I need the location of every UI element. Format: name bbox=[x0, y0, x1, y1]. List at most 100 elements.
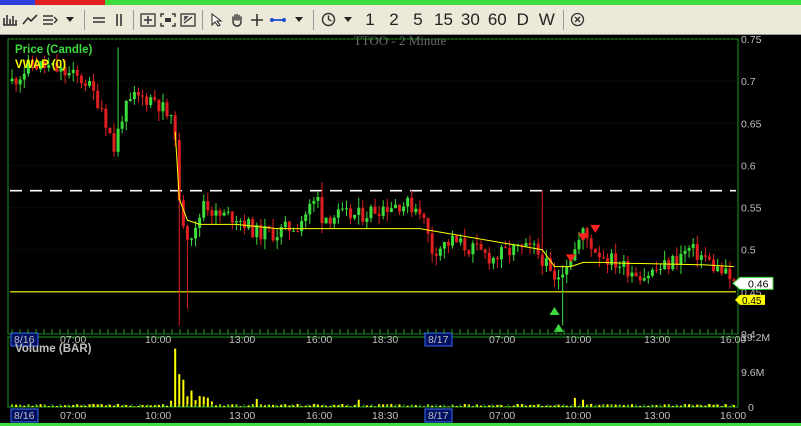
timeframe-30-button[interactable]: 30 bbox=[457, 9, 484, 31]
timeframe-60-button[interactable]: 60 bbox=[484, 9, 511, 31]
volume-bar bbox=[512, 405, 515, 407]
pan-hand-icon[interactable] bbox=[227, 9, 247, 31]
volume-bar bbox=[696, 404, 699, 407]
time-axis-tick-label: 13:00 bbox=[229, 334, 255, 346]
volume-bar bbox=[353, 405, 356, 407]
price-candle-body bbox=[724, 268, 728, 274]
volume-time-axis-tick-label: 18:30 bbox=[372, 410, 398, 422]
price-candle-body bbox=[459, 238, 463, 243]
volume-bar bbox=[447, 406, 450, 407]
price-candle-body bbox=[455, 235, 459, 243]
volume-bar bbox=[149, 405, 152, 407]
price-candle-body bbox=[10, 78, 14, 82]
price-axis-tick-label: 0.7 bbox=[741, 76, 756, 88]
draw-line-icon[interactable] bbox=[20, 9, 40, 31]
chevron-down-icon[interactable] bbox=[289, 9, 309, 31]
volume-bar bbox=[141, 404, 144, 407]
timeframe-15-button[interactable]: 15 bbox=[430, 9, 457, 31]
price-candle-body bbox=[169, 115, 173, 117]
toolbar-divider bbox=[133, 9, 134, 30]
volume-bar bbox=[329, 406, 332, 407]
price-candle-body bbox=[508, 248, 512, 256]
price-candle-body bbox=[92, 81, 96, 91]
volume-bar bbox=[639, 405, 642, 407]
price-candle-body bbox=[218, 210, 222, 216]
vertical-lines-icon[interactable] bbox=[109, 9, 129, 31]
price-candle-body bbox=[79, 75, 83, 84]
volume-bar bbox=[582, 399, 585, 407]
time-axis-tick-label: 10:00 bbox=[145, 334, 171, 346]
price-candle-body bbox=[353, 214, 357, 219]
trading-chart-window: 1 2 5 15 30 60 D W 0.75 0.7 0.65 0.6 0.55 0.5… bbox=[0, 0, 801, 426]
cursor-arrow-icon[interactable] bbox=[207, 9, 227, 31]
volume-bar bbox=[121, 405, 124, 407]
volume-bar bbox=[117, 403, 120, 407]
price-candle-body bbox=[22, 73, 26, 80]
timeframe-week-button[interactable]: W bbox=[535, 9, 559, 31]
price-candle-body bbox=[654, 269, 658, 271]
volume-bar bbox=[398, 404, 401, 407]
volume-bar bbox=[166, 405, 169, 407]
volume-bar bbox=[431, 405, 434, 407]
clock-icon[interactable] bbox=[318, 9, 338, 31]
volume-bar bbox=[125, 404, 128, 407]
price-candle-body bbox=[136, 92, 140, 96]
indicators-icon[interactable] bbox=[40, 9, 60, 31]
volume-bar bbox=[622, 405, 625, 407]
volume-bar bbox=[357, 399, 360, 407]
volume-bar bbox=[182, 379, 185, 407]
price-candle-body bbox=[683, 250, 687, 254]
chart-area[interactable]: 0.750.70.650.60.550.50.450.419.2M9.6M08/… bbox=[0, 35, 801, 426]
volume-axis-tick-label: 9.6M bbox=[741, 367, 764, 379]
volume-bar bbox=[565, 405, 568, 407]
price-candle-body bbox=[165, 102, 169, 117]
price-candle-body bbox=[202, 201, 206, 218]
volume-bar bbox=[137, 405, 140, 407]
price-candle-body bbox=[650, 269, 654, 276]
price-candle-body bbox=[630, 272, 634, 277]
volume-bar bbox=[255, 398, 258, 407]
close-chart-icon[interactable] bbox=[568, 9, 588, 31]
volume-bar bbox=[104, 405, 107, 407]
price-candle-body bbox=[230, 211, 234, 223]
volume-bar bbox=[704, 405, 707, 407]
price-candle-body bbox=[108, 127, 112, 134]
zoom-out-icon[interactable] bbox=[178, 9, 198, 31]
timeframe-2-button[interactable]: 2 bbox=[382, 9, 406, 31]
volume-bar bbox=[561, 405, 564, 407]
timeframe-5-button[interactable]: 5 bbox=[406, 9, 430, 31]
volume-axis-tick-label: 0 bbox=[748, 402, 754, 414]
price-candle-body bbox=[557, 277, 561, 280]
price-candle-body bbox=[357, 207, 361, 215]
volume-time-axis-tick-label: 16:00 bbox=[306, 410, 332, 422]
volume-bar bbox=[708, 403, 711, 407]
price-candle-body bbox=[499, 247, 503, 260]
chevron-down-icon[interactable] bbox=[338, 9, 358, 31]
volume-bar bbox=[333, 404, 336, 407]
chevron-down-icon[interactable] bbox=[60, 9, 80, 31]
timeframe-day-button[interactable]: D bbox=[511, 9, 535, 31]
horizontal-lines-icon[interactable] bbox=[89, 9, 109, 31]
volume-bar bbox=[545, 405, 548, 407]
volume-bar bbox=[590, 403, 593, 407]
volume-bar bbox=[284, 404, 287, 407]
volume-time-axis-tick-label: 07:00 bbox=[489, 410, 515, 422]
chart-type-icon[interactable] bbox=[0, 9, 20, 31]
volume-bar bbox=[655, 404, 658, 407]
volume-bar bbox=[263, 405, 266, 407]
zoom-in-icon[interactable] bbox=[138, 9, 158, 31]
toolbar-divider bbox=[202, 9, 203, 30]
current-vwap-label: 0.45 bbox=[742, 296, 762, 307]
price-candle-body bbox=[373, 206, 377, 214]
price-candle-body bbox=[471, 243, 475, 255]
volume-time-axis-tick-label: 8/16 bbox=[14, 410, 35, 422]
price-candle-body bbox=[234, 221, 238, 223]
price-candle-body bbox=[667, 260, 671, 270]
measure-line-icon[interactable] bbox=[267, 9, 289, 31]
volume-bar bbox=[549, 405, 552, 407]
zoom-fit-icon[interactable] bbox=[158, 9, 178, 31]
timeframe-1-button[interactable]: 1 bbox=[358, 9, 382, 31]
crosshair-icon[interactable] bbox=[247, 9, 267, 31]
price-candle-body bbox=[442, 241, 446, 249]
price-candle-body bbox=[589, 238, 593, 249]
